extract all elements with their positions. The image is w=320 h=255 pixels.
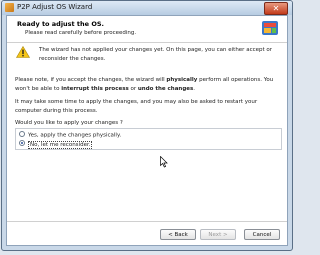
back-button[interactable]: < Back	[160, 229, 196, 240]
page-title: Ready to adjust the OS.	[17, 20, 105, 28]
note-text-4: .	[193, 85, 196, 92]
option-yes-label: Yes, apply the changes physically.	[28, 132, 122, 139]
wizard-client-area: Ready to adjust the OS. Please read care…	[6, 15, 288, 246]
wizard-window: P2P Adjust OS Wizard ✕ Ready to adjust t…	[1, 0, 293, 251]
title-bar[interactable]: P2P Adjust OS Wizard ✕	[2, 1, 292, 15]
note-bold-physically: physically	[166, 77, 198, 83]
note-bold-undo: undo the changes	[137, 85, 194, 92]
cancel-button[interactable]: Cancel	[244, 229, 280, 240]
option-no[interactable]: No, let me reconsider.	[19, 140, 93, 149]
window-title: P2P Adjust OS Wizard	[17, 3, 93, 11]
apply-question: Would you like to apply your changes ?	[15, 120, 123, 126]
note-text-3: or	[128, 85, 138, 92]
note-bold-interrupt: interrupt this process	[61, 85, 129, 92]
warning-icon	[16, 46, 30, 58]
close-button[interactable]: ✕	[264, 2, 288, 15]
option-no-label: No, let me reconsider.	[28, 140, 93, 149]
wizard-header: Ready to adjust the OS. Please read care…	[7, 16, 287, 43]
note-text-1: Please note, if you accept the changes, …	[15, 77, 167, 83]
options-group: Yes, apply the changes physically. No, l…	[15, 128, 282, 150]
note-paragraph: Please note, if you accept the changes, …	[15, 76, 279, 93]
page-subtitle: Please read carefully before proceeding.	[25, 30, 137, 36]
radio-yes[interactable]	[19, 131, 25, 137]
partition-wizard-logo	[262, 21, 278, 35]
warning-section: The wizard has not applied your changes …	[15, 46, 279, 76]
next-button[interactable]: Next >	[200, 229, 236, 240]
wizard-footer: < Back Next > Cancel	[7, 221, 287, 245]
option-yes[interactable]: Yes, apply the changes physically.	[19, 131, 122, 139]
restart-note: It may take some time to apply the chang…	[15, 99, 258, 114]
wizard-app-icon	[5, 3, 14, 12]
wizard-content: The wizard has not applied your changes …	[15, 46, 282, 150]
radio-no[interactable]	[19, 140, 25, 146]
warning-text: The wizard has not applied your changes …	[39, 47, 273, 62]
mouse-pointer-icon	[160, 156, 168, 168]
